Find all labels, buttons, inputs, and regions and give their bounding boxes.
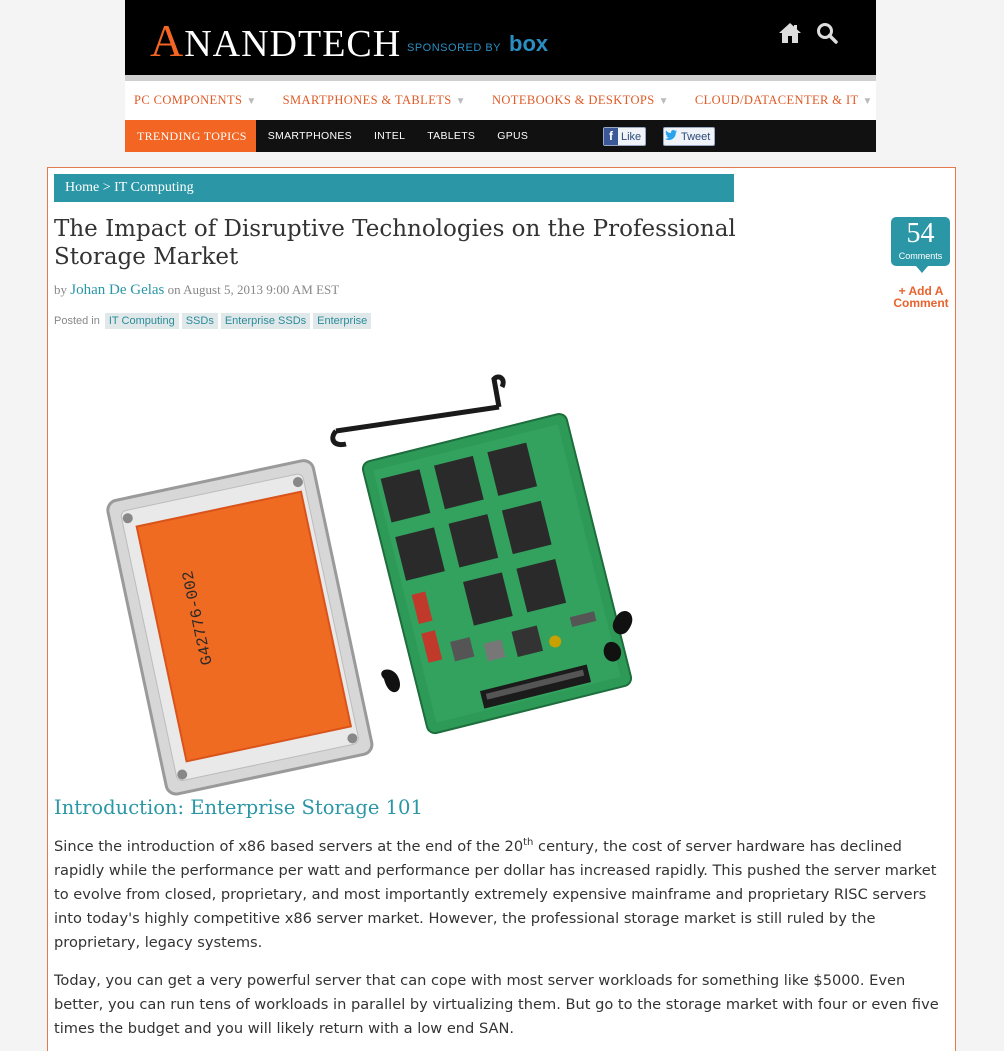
publish-date: on August 5, 2013 9:00 AM EST <box>167 282 340 297</box>
article-frame: Home > IT Computing The Impact of Disrup… <box>47 167 956 1051</box>
ssd-teardown-illustration: G42776-002 <box>106 374 633 796</box>
breadcrumb-home[interactable]: Home <box>65 180 99 195</box>
posted-in-label: Posted in <box>54 315 100 327</box>
home-icon[interactable] <box>778 22 802 44</box>
tag-it-computing[interactable]: IT Computing <box>104 313 179 329</box>
header-icons <box>778 22 838 44</box>
byline: by Johan De Gelas on August 5, 2013 9:00… <box>54 282 339 299</box>
breadcrumb-current[interactable]: IT Computing <box>114 180 193 195</box>
section-heading: Introduction: Enterprise Storage 101 <box>54 796 423 819</box>
tag-list: Posted in IT Computing SSDs Enterprise S… <box>54 313 372 329</box>
chevron-down-icon: ▼ <box>862 96 873 107</box>
author-link[interactable]: Johan De Gelas <box>70 282 164 298</box>
box-logo[interactable]: box <box>509 33 548 55</box>
tag-ssds[interactable]: SSDs <box>181 313 218 329</box>
nav-notebooks-desktops[interactable]: NOTEBOOKS & DESKTOPS ▼ <box>492 93 669 108</box>
comment-count: 54 <box>906 218 935 249</box>
add-comment-link[interactable]: + Add A Comment <box>886 285 956 309</box>
breadcrumb: Home > IT Computing <box>54 174 734 202</box>
comment-count-badge[interactable]: 54 Comments <box>891 217 950 273</box>
article-paragraph-2: Today, you can get a very powerful serve… <box>54 972 939 1037</box>
chevron-down-icon: ▼ <box>455 96 466 107</box>
trending-link-tablets[interactable]: TABLETS <box>427 130 475 142</box>
trending-topics-label[interactable]: TRENDING TOPICS <box>125 120 256 152</box>
anandtech-logo[interactable]: ANANDTECH <box>150 14 401 67</box>
nav-smartphones-tablets[interactable]: SMARTPHONES & TABLETS ▼ <box>283 93 466 108</box>
facebook-like-button[interactable]: f Like <box>603 127 647 146</box>
byline-by: by <box>54 282 67 297</box>
facebook-icon: f <box>604 128 618 145</box>
trending-link-smartphones[interactable]: SMARTPHONES <box>268 130 352 142</box>
chevron-down-icon: ▼ <box>246 96 257 107</box>
trending-bar: TRENDING TOPICS SMARTPHONES INTEL TABLET… <box>125 120 876 152</box>
trending-link-intel[interactable]: INTEL <box>374 130 405 142</box>
sponsor-block[interactable]: SPONSORED BY box <box>407 33 548 55</box>
tag-enterprise[interactable]: Enterprise <box>313 313 372 329</box>
nav-cloud-datacenter[interactable]: CLOUD/DATACENTER & IT ▼ <box>695 93 873 108</box>
twitter-icon <box>664 128 678 145</box>
comment-count-label: Comments <box>898 251 943 261</box>
site-header: ANANDTECH SPONSORED BY box <box>125 0 876 75</box>
article-hero-image: G42776-002 <box>54 349 731 799</box>
search-icon[interactable] <box>816 22 838 44</box>
twitter-tweet-button[interactable]: Tweet <box>663 127 716 146</box>
nav-pc-components[interactable]: PC COMPONENTS ▼ <box>134 93 257 108</box>
tag-enterprise-ssds[interactable]: Enterprise SSDs <box>220 313 311 329</box>
sponsored-by-label: SPONSORED BY <box>407 42 502 54</box>
trending-link-gpus[interactable]: GPUS <box>497 130 528 142</box>
breadcrumb-separator: > <box>102 180 111 195</box>
article-title: The Impact of Disruptive Technologies on… <box>54 216 736 270</box>
article-paragraph-1: Since the introduction of x86 based serv… <box>54 837 937 951</box>
category-nav: PC COMPONENTS ▼ SMARTPHONES & TABLETS ▼ NO… <box>125 75 876 120</box>
chevron-down-icon: ▼ <box>658 96 669 107</box>
